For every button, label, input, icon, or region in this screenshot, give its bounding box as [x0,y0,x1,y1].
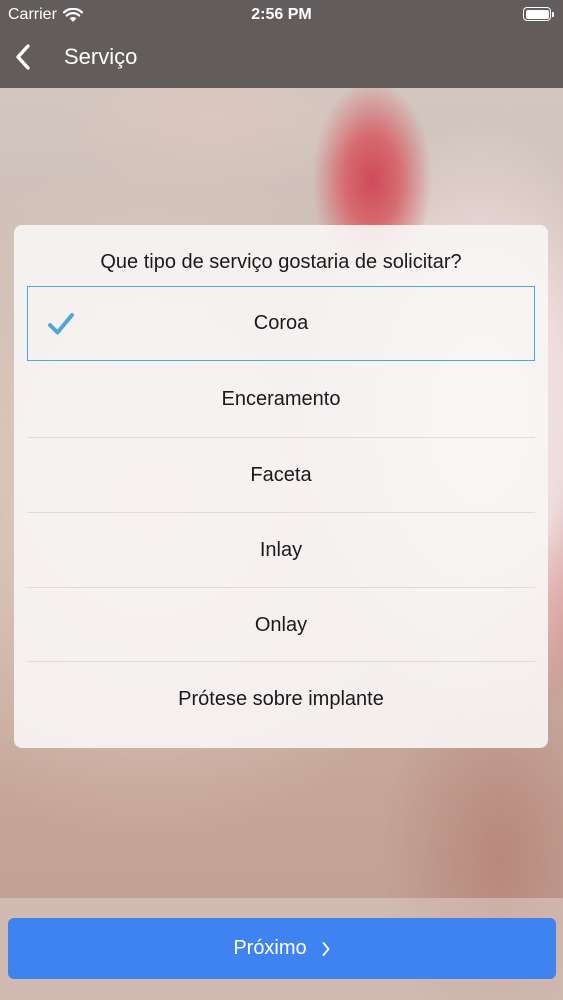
question-label: Que tipo de serviço gostaria de solicita… [100,251,462,273]
screen: Carrier 2:56 PM Serviço Que tipo de serv… [0,0,563,1000]
option-label: Inlay [259,538,303,561]
back-button[interactable] [8,40,38,74]
option-inlay[interactable]: Inlay [27,512,535,587]
option-coroa[interactable]: Coroa [27,286,535,361]
next-button-label: Próximo [233,937,307,959]
page-title: Serviço [64,44,138,69]
next-button[interactable]: Próximo [8,918,556,979]
option-faceta[interactable]: Faceta [27,437,535,512]
option-label: Enceramento [221,388,341,410]
option-onlay[interactable]: Onlay [27,587,535,662]
checkmark-icon [48,312,74,334]
chevron-left-icon [16,44,30,70]
battery-icon [523,7,554,21]
service-selection-card: Que tipo de serviço gostaria de solicita… [14,225,548,748]
option-label: Faceta [250,463,312,486]
option-protese-sobre-implante[interactable]: Prótese sobre implante [27,661,535,736]
option-label: Coroa [253,312,309,334]
chevron-right-icon [322,941,330,956]
option-label: Prótese sobre implante [178,687,384,710]
status-time: 2:56 PM [251,6,312,23]
navigation-bar: Carrier 2:56 PM Serviço [0,0,563,88]
status-bar: Carrier 2:56 PM [0,0,563,30]
battery-fill [525,9,549,19]
option-enceramento[interactable]: Enceramento [27,362,535,437]
option-label: Onlay [254,613,308,636]
